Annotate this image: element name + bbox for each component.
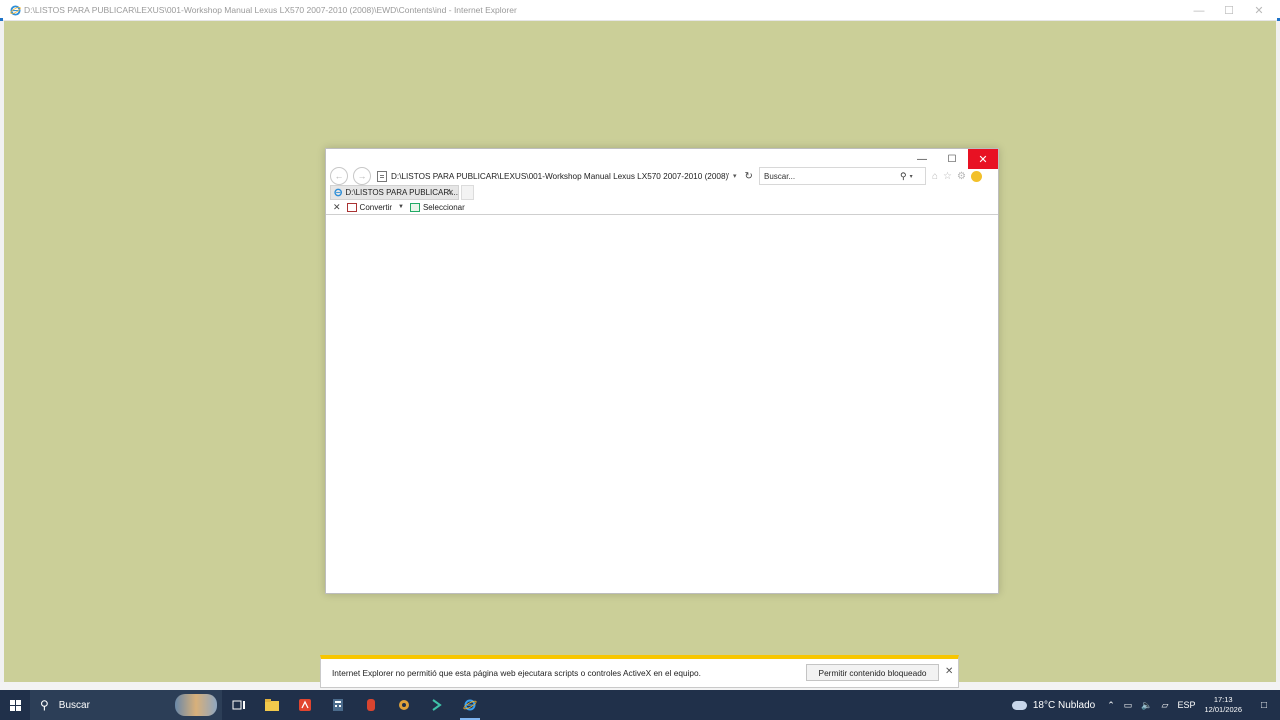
internet-explorer-icon [334, 188, 343, 197]
start-button[interactable] [0, 690, 30, 720]
app-red-icon [367, 699, 375, 711]
taskbar: ⚲ Buscar 18°C Nublado ⌃ ▭ 🔈 ▱ ESP 17:13 … [0, 690, 1280, 720]
inner-maximize-button[interactable]: ☐ [937, 149, 967, 169]
calculator-icon [333, 699, 343, 711]
search-input[interactable] [760, 171, 898, 181]
navigation-bar: ← → D:\LISTOS PARA PUBLICAR\LEXUS\001-Wo… [326, 167, 998, 185]
search-icon: ⚲ [40, 698, 49, 712]
right-frame [1276, 21, 1280, 690]
address-dropdown-icon[interactable]: ▾ [733, 172, 737, 180]
task-view-icon [232, 700, 245, 710]
tab-close-icon[interactable]: ✕ [447, 188, 454, 197]
home-icon[interactable]: ⌂ [932, 171, 938, 182]
gear-app-button[interactable] [388, 690, 420, 720]
address-bar[interactable]: D:\LISTOS PARA PUBLICAR\LEXUS\001-Worksh… [373, 167, 753, 185]
address-text[interactable]: D:\LISTOS PARA PUBLICAR\LEXUS\001-Worksh… [391, 172, 729, 181]
minimize-button[interactable]: — [1184, 0, 1214, 21]
clock-time: 17:13 [1213, 695, 1233, 704]
tab-label: D:\LISTOS PARA PUBLICAR\... [345, 188, 458, 197]
page-icon [377, 170, 387, 182]
convert-button[interactable]: Convertir [360, 203, 392, 212]
speaker-icon[interactable]: 🔈 [1141, 700, 1152, 711]
close-notification-icon[interactable]: ✕ [945, 666, 953, 677]
toolbar-icons: ⌂ ☆ ⚙ [932, 167, 982, 185]
notification-message: Internet Explorer no permitió que esta p… [332, 668, 701, 678]
favorites-star-icon[interactable]: ☆ [943, 171, 952, 182]
inner-close-button[interactable]: ✕ [968, 149, 998, 169]
usb-icon[interactable]: ▭ [1124, 700, 1133, 711]
activex-notification-bar: Internet Explorer no permitió que esta p… [320, 655, 959, 688]
clock[interactable]: 17:13 12/01/2026 [1204, 695, 1242, 715]
forward-button[interactable]: → [353, 167, 371, 185]
internet-explorer-button[interactable] [454, 690, 486, 720]
weather-text: 18°C Nublado [1032, 699, 1096, 711]
inner-page-content [326, 216, 998, 593]
taskbar-search-label: Buscar [58, 699, 90, 711]
network-icon[interactable]: ▱ [1162, 700, 1169, 711]
internet-explorer-icon [10, 4, 21, 16]
close-button[interactable]: ✕ [1244, 0, 1274, 21]
language-indicator[interactable]: ESP [1177, 700, 1195, 710]
convert-pdf-icon [346, 202, 357, 212]
gear-icon[interactable]: ⚙ [957, 171, 966, 182]
outer-titlebar: D:\LISTOS PARA PUBLICAR\LEXUS\001-Worksh… [0, 0, 1280, 21]
search-highlight-image [175, 694, 217, 716]
calculator-button[interactable] [322, 690, 354, 720]
system-tray: 18°C Nublado ⌃ ▭ 🔈 ▱ ESP 17:13 12/01/202… [1011, 690, 1280, 720]
red-app-button[interactable] [355, 690, 387, 720]
command-bar: ✕ Convertir ▼ Seleccionar [326, 200, 998, 215]
terminal-icon [432, 699, 442, 711]
chevron-up-icon[interactable]: ⌃ [1107, 700, 1115, 711]
refresh-icon[interactable]: ↻ [745, 171, 753, 182]
back-button[interactable]: ← [330, 167, 348, 185]
file-explorer-icon [265, 699, 279, 711]
windows-logo-icon [9, 699, 21, 711]
select-button[interactable]: Seleccionar [423, 203, 465, 212]
outer-window-controls: — ☐ ✕ [1184, 0, 1274, 21]
arrow-left-icon: ← [334, 171, 344, 181]
search-dropdown-icon[interactable]: ▾ [910, 173, 913, 180]
close-command-bar-icon[interactable]: ✕ [333, 202, 341, 213]
tab-bar: D:\LISTOS PARA PUBLICAR\... ✕ [326, 185, 998, 200]
taskbar-search[interactable]: ⚲ Buscar [30, 690, 222, 720]
window-title: D:\LISTOS PARA PUBLICAR\LEXUS\001-Worksh… [24, 5, 517, 15]
feedback-smiley-icon[interactable] [970, 170, 982, 182]
terminal-app-button[interactable] [421, 690, 453, 720]
search-box: ⚲ ▾ [759, 167, 926, 185]
maximize-button[interactable]: ☐ [1214, 0, 1244, 21]
select-icon [409, 202, 420, 212]
inner-minimize-button[interactable]: — [907, 149, 937, 169]
pdf-icon [299, 699, 311, 711]
task-view-button[interactable] [223, 690, 255, 720]
settings-gear-icon [399, 700, 409, 710]
tab-active[interactable]: D:\LISTOS PARA PUBLICAR\... ✕ [330, 185, 459, 200]
clock-date: 12/01/2026 [1204, 705, 1242, 714]
cloud-icon [1011, 700, 1027, 710]
allow-blocked-content-button[interactable]: Permitir contenido bloqueado [806, 664, 939, 681]
file-explorer-button[interactable] [256, 690, 288, 720]
convert-dropdown-icon[interactable]: ▼ [398, 204, 404, 210]
weather-widget[interactable]: 18°C Nublado [1011, 699, 1096, 711]
internet-explorer-icon [463, 699, 477, 711]
inner-browser-window: — ☐ ✕ ← → D:\LISTOS PARA PUBLICAR\LEXUS\… [325, 148, 999, 594]
search-icon[interactable]: ⚲ [900, 171, 907, 182]
inner-caption-bar: — ☐ ✕ [326, 149, 998, 169]
arrow-right-icon: → [357, 171, 367, 181]
notification-icon[interactable]: □ [1254, 700, 1274, 711]
new-tab-button[interactable] [461, 185, 474, 200]
pdf-app-button[interactable] [289, 690, 321, 720]
